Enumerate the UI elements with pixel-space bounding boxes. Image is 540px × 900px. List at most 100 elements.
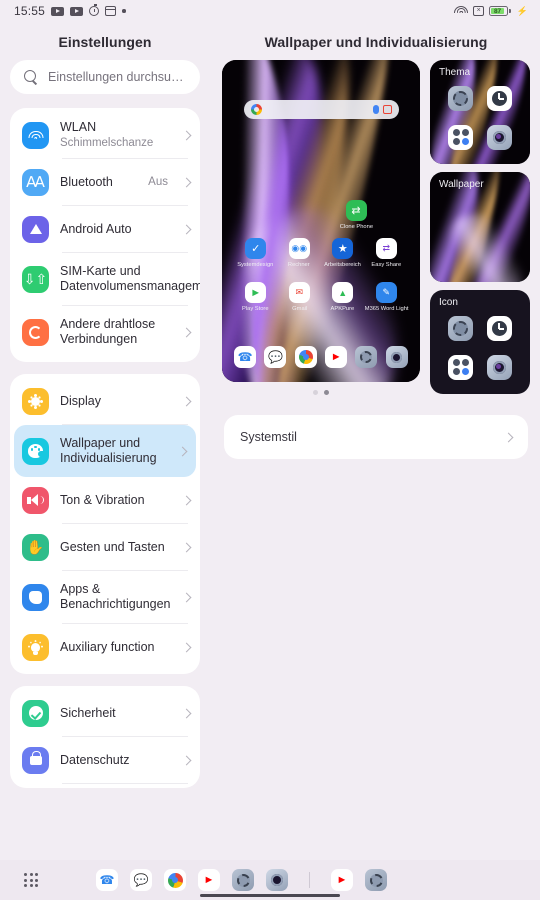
chevron-right-icon [181,642,192,652]
app-icon-system-design[interactable]: ✓ Systemdesign [237,238,274,268]
android-auto-icon [22,215,49,243]
messages-icon[interactable]: 💬 [130,869,152,891]
youtube-icon[interactable]: ► [331,869,353,891]
calculator-icon: ◉◉ [288,238,310,259]
search-placeholder: Einstellungen durchsu… [48,70,184,84]
camera-icon [486,354,512,380]
settings-gear-icon[interactable] [355,346,378,368]
sidebar-item-datenschutz[interactable]: Datenschutz [10,737,200,783]
sidebar-item-label: Display [60,393,101,408]
app-icon-workspace[interactable]: ★ Arbeitsbereich [324,238,361,267]
sidebar-item-gestures[interactable]: ✋ Gesten und Tasten [10,524,200,570]
chevron-right-icon [503,432,514,442]
sidebar-item-apps[interactable]: Apps & Benachrichtigungen [10,571,200,623]
camera-icon[interactable] [385,346,408,368]
system-design-icon: ✓ [245,238,267,259]
chevron-right-icon [181,177,192,187]
sidebar-item-security[interactable]: Sicherheit [10,690,200,736]
workspace-icon: ★ [332,238,354,259]
main-content: Einstellungen Einstellungen durchsu… WLA… [0,22,540,860]
app-drawer-icon[interactable] [24,873,38,887]
sidebar-item-auxiliary[interactable]: Auxiliary function [10,624,200,670]
phone-icon[interactable]: ☎ [96,869,118,891]
navigation-handle[interactable] [200,894,340,897]
page-dot[interactable] [313,390,318,395]
wireless-sync-icon [22,318,49,346]
app-label: Play Store [242,305,270,312]
app-label: Clone Phone [339,223,373,230]
wifi-icon [454,5,469,17]
icon-card[interactable]: Icon [430,290,530,394]
settings-group-device: Display Wallpaper und Individualisierung… [10,374,200,674]
settings-gear-icon[interactable] [365,869,387,891]
calculator-icon [448,354,474,380]
home-screen-preview[interactable]: ⇄ Clone Phone ✓ Systemdesign ◉◉ Rechner … [222,60,420,395]
app-label: Systemdesign [237,261,274,268]
app-label: Gmail [291,305,307,312]
phone-icon[interactable]: ☎ [234,346,257,368]
youtube-icon[interactable]: ► [325,346,348,368]
theme-card[interactable]: Thema [430,60,530,164]
wallpaper-card[interactable]: Wallpaper [430,172,530,282]
page-title: Einstellungen [58,34,152,50]
play-store-icon: ► [245,282,267,303]
divider [62,783,188,784]
app-row: ✓ Systemdesign ◉◉ Rechner ★ Arbeitsberei… [234,238,408,268]
google-search-widget[interactable] [244,100,399,119]
settings-gear-icon [448,316,474,342]
camera-icon[interactable] [266,869,288,891]
app-label: APKPure [330,305,355,312]
sidebar-item-label: Bluetooth [60,174,113,189]
easy-share-icon: ⇄ [375,238,397,259]
calculator-icon [448,124,474,150]
sidebar-item-label: Gesten und Tasten [60,539,165,554]
speaker-icon [22,486,49,514]
divider [309,872,310,888]
search-input[interactable]: Einstellungen durchsu… [10,60,200,94]
sidebar-item-label: Wallpaper und Individualisierung [60,436,157,465]
chevron-right-icon [181,327,192,337]
app-icon-apkpure[interactable]: ▲ APKPure [325,282,361,312]
app-icon-play-store[interactable]: ► Play Store [238,282,274,312]
sidebar-item-label: WLAN [60,119,97,134]
sidebar-item-sound[interactable]: Ton & Vibration [10,477,200,523]
app-icon-calculator[interactable]: ◉◉ Rechner [281,238,317,267]
app-icon-word[interactable]: ✎ M365 Word Light [364,282,408,311]
video-icon [70,6,84,16]
settings-group-connectivity: WLAN Schimmelschanze Ꜳ Bluetooth Aus And… [10,108,200,362]
chrome-icon[interactable] [164,869,186,891]
mic-icon[interactable] [373,105,379,114]
status-bar: 15:55 × 87 ⚡ [0,0,540,22]
chevron-right-icon [181,592,192,602]
sidebar-item-other-wireless[interactable]: Andere drahtlose Verbindungen [10,306,200,358]
sidebar-item-display[interactable]: Display [10,378,200,424]
settings-gear-icon[interactable] [232,869,254,891]
sidebar-item-value: Aus [148,176,168,188]
chrome-icon[interactable] [294,346,317,368]
charging-icon: ⚡ [516,5,528,16]
lens-icon[interactable] [383,105,392,114]
detail-pane: Wallpaper und Individualisierung ⇄ Clone… [210,22,540,860]
page-dot-active[interactable] [324,390,329,395]
status-bar-clock: 15:55 [14,4,46,18]
no-sim-icon: × [473,6,485,16]
app-icon-easy-share[interactable]: ⇄ Easy Share [368,238,404,267]
camera-icon [486,124,512,150]
sidebar-item-label: Ton & Vibration [60,492,145,507]
app-icon-clone-phone[interactable]: ⇄ Clone Phone [338,200,374,230]
sidebar-item-android-auto[interactable]: Android Auto [10,206,200,252]
sidebar-item-sim-card[interactable]: ⇩⇧ SIM-Karte und Datenvolumensmanagement [10,253,200,305]
messages-icon[interactable]: 💬 [264,346,287,368]
sidebar-item-wlan[interactable]: WLAN Schimmelschanze [10,112,200,158]
sidebar-item-bluetooth[interactable]: Ꜳ Bluetooth Aus [10,159,200,205]
phone-frame: ⇄ Clone Phone ✓ Systemdesign ◉◉ Rechner … [222,60,420,382]
palette-icon [22,437,49,465]
bulb-icon [22,633,49,661]
sidebar-item-label: Datenschutz [60,752,130,767]
gmail-icon: ✉ [288,282,310,303]
card-title: Wallpaper [439,179,484,190]
youtube-icon[interactable]: ► [198,869,220,891]
system-style-row[interactable]: Systemstil [224,415,528,459]
app-icon-gmail[interactable]: ✉ Gmail [281,282,317,312]
sidebar-item-wallpaper[interactable]: Wallpaper und Individualisierung [14,425,196,477]
